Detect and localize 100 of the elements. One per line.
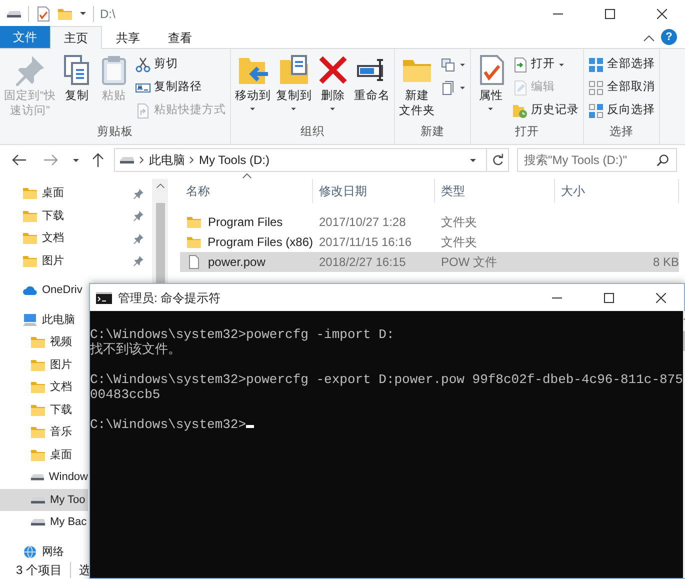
date-cell-text: 2017/11/15 16:16	[318, 234, 413, 251]
sidebar-item[interactable]: My Too	[0, 488, 88, 511]
file-row[interactable]: Program Files (x86) 2017/11/15 16:16 文件夹	[180, 232, 679, 252]
sidebar-item[interactable]: 文档	[0, 227, 150, 250]
group-label: 剪贴板	[96, 124, 134, 140]
grid-icon	[588, 57, 604, 73]
cross-icon	[316, 54, 349, 86]
help-button[interactable]: ?	[661, 29, 677, 45]
caret-icon	[79, 11, 87, 16]
sidebar-item[interactable]: 桌面	[0, 182, 150, 204]
date-cell-text: 2017/10/27 1:28	[318, 214, 407, 231]
scissors-icon	[134, 57, 151, 73]
ribbon-tab[interactable]: 主页	[50, 26, 102, 49]
sidebar-item[interactable]: 下载	[0, 204, 150, 227]
ribbon-button[interactable]: 移动到	[232, 52, 273, 124]
refresh-icon	[490, 153, 504, 167]
customize-button[interactable]	[79, 11, 87, 16]
easy-access-icon	[440, 80, 456, 96]
sidebar-item[interactable]: 音乐	[0, 421, 88, 444]
drive-icon	[30, 518, 46, 526]
folder-icon	[186, 214, 202, 230]
drive-icon	[30, 473, 45, 482]
search-field[interactable]: 搜索"My Tools (D:)"	[517, 148, 677, 172]
folder-icon	[186, 234, 202, 250]
drive-icon	[6, 10, 22, 18]
ribbon-button[interactable]: 打开	[510, 54, 581, 76]
pin-icon	[14, 54, 46, 86]
search-icon	[656, 153, 670, 167]
sidebar-item[interactable]: 图片	[0, 250, 150, 272]
open-icon	[512, 57, 528, 73]
maximize-icon	[605, 8, 615, 18]
sidebar-item[interactable]: 桌面	[0, 444, 88, 466]
column-header[interactable]: 大小	[555, 179, 679, 203]
ribbon-button[interactable]: 属性	[472, 52, 509, 124]
breadcrumb-link[interactable]: My Tools (D:)	[199, 151, 270, 169]
ribbon-button[interactable]: 反向选择	[586, 100, 657, 122]
sidebar-item[interactable]: 下载	[0, 398, 88, 421]
console-line: C:\Windows\system32>	[90, 417, 254, 432]
chevron-icon	[139, 156, 145, 164]
column-header[interactable]: 名称	[180, 179, 313, 203]
size-cell: 8 KB	[652, 255, 679, 269]
type-cell-text: 文件夹	[440, 234, 478, 251]
date-cell-text: 2018/2/27 16:15	[318, 254, 407, 271]
folder-icon	[22, 185, 38, 202]
ribbon-button[interactable]: 新建 文件夹	[396, 52, 437, 124]
shortcut-icon	[134, 103, 151, 119]
item-count: 3 个项目	[16, 562, 62, 578]
up-arrow-icon	[90, 152, 106, 168]
folder-icon	[30, 379, 46, 396]
ribbon-button[interactable]: 删除	[314, 52, 351, 124]
folder-icon	[30, 424, 46, 440]
computer-icon	[22, 312, 38, 328]
sidebar-item[interactable]: OneDriv	[0, 279, 88, 302]
close-icon	[657, 8, 667, 18]
ribbon-button[interactable]: 复制	[58, 52, 95, 124]
breadcrumb-link[interactable]: 此电脑	[149, 151, 185, 169]
ribbon-button[interactable]: 复制到	[274, 52, 314, 124]
checkmark-page-icon	[35, 6, 51, 22]
close-icon	[656, 292, 666, 302]
sidebar-item[interactable]: My Bac	[0, 511, 88, 534]
sidebar-item[interactable]: 此电脑	[0, 308, 88, 331]
folder-icon	[30, 334, 46, 350]
file-row[interactable]: Program Files 2017/10/27 1:28 文件夹	[180, 212, 679, 232]
forward-arrow-icon	[43, 152, 59, 168]
console-line: C:\Windows\system32>powercfg -export D:power.pow 99f8c02f-dbeb-4c96-811c-875	[90, 372, 683, 387]
folder-pages-icon	[278, 54, 310, 86]
sidebar-item[interactable]: Window	[0, 466, 88, 488]
ribbon-button[interactable]: 全部选择	[586, 54, 657, 76]
group-label: 打开	[514, 124, 540, 140]
ribbon-button[interactable]: 剪切	[132, 54, 228, 76]
ribbon-button[interactable]: 复制路径	[132, 77, 228, 99]
sidebar-item[interactable]: 文档	[0, 376, 88, 398]
ribbon-tab[interactable]: 共享	[102, 26, 154, 48]
file-row[interactable]: power.pow 2018/2/27 16:15 POW 文件 8 KB	[180, 252, 679, 272]
type-cell-text: POW 文件	[440, 254, 498, 271]
console-line: 00483ccb5	[90, 387, 160, 402]
sidebar-item[interactable]: 图片	[0, 354, 88, 376]
maximize-icon	[604, 292, 614, 302]
file-name: Program Files (x86)	[208, 234, 313, 251]
drive-icon	[30, 496, 46, 504]
ribbon-button[interactable]: 全部取消	[586, 77, 657, 99]
ribbon-button[interactable]: 重命名	[352, 52, 392, 124]
address-bar[interactable]: 此电脑 My Tools (D:)	[114, 148, 509, 172]
sidebar-item[interactable]: 网络	[0, 540, 88, 563]
column-header[interactable]: 类型	[435, 179, 555, 203]
window-title: D:\	[100, 6, 116, 22]
empty-grid-icon	[588, 80, 604, 96]
console-icon	[96, 292, 112, 304]
column-header[interactable]: 修改日期	[313, 179, 435, 203]
file-name: power.pow	[208, 254, 266, 271]
ribbon-button[interactable]: 历史记录	[510, 100, 581, 122]
ribbon-tab[interactable]: 查看	[154, 26, 206, 48]
file-menu-button[interactable]: 文件	[0, 26, 50, 48]
file-icon	[186, 254, 202, 270]
new-item-icon	[440, 57, 456, 73]
caret-icon	[469, 158, 477, 162]
sidebar-item[interactable]: 视频	[0, 331, 88, 354]
console-line: 找不到该文件。	[90, 342, 181, 357]
quick-access-button[interactable]	[35, 6, 51, 22]
chevron-icon	[189, 156, 195, 164]
